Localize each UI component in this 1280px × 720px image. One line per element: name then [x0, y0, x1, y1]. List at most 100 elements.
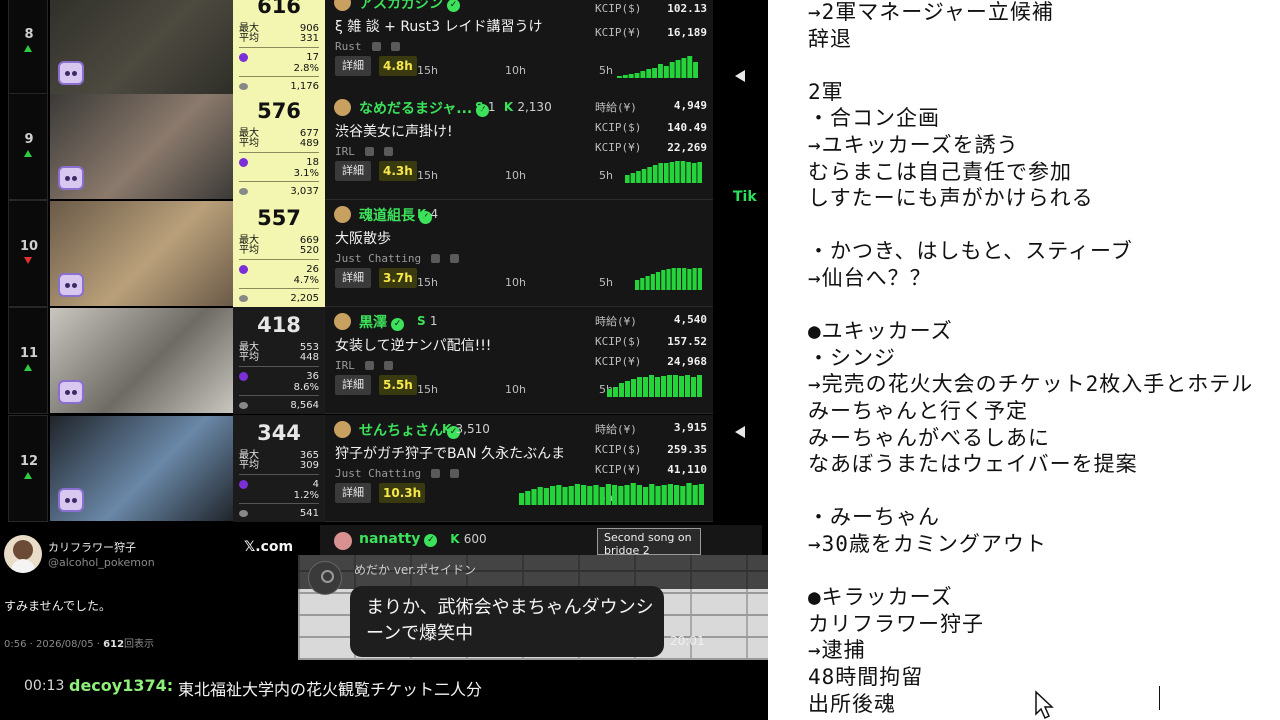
streamer-meta: S 1 [417, 314, 438, 328]
stream-duration: 3.7h [379, 268, 417, 288]
tweet-author-handle[interactable]: @alcohol_pokemon [48, 556, 155, 569]
ranking-row[interactable]: 8 K 616 最大906 平均331 17 2.8% 1,176 アスカガジン… [0, 0, 762, 95]
sparkline-bar [682, 268, 687, 290]
stream-thumbnail[interactable]: K [50, 201, 233, 306]
sparkline-bar [669, 162, 675, 183]
chat-bubble-icon [239, 402, 248, 409]
tweet-timestamp: 0:56 · 2026/08/05 · [4, 639, 104, 650]
detail-button[interactable]: 詳細 [335, 375, 371, 395]
x-icon [364, 361, 374, 370]
sparkline-bar [630, 173, 636, 183]
sparkline-bar [676, 268, 681, 290]
streamer-name[interactable]: 黒澤 ✓ [359, 312, 404, 332]
tweet-author-name[interactable]: カリフラワー狩子 [48, 539, 136, 555]
stream-thumbnail[interactable]: K [50, 94, 233, 199]
streamer-meta: S 1 K 2,130 [475, 100, 552, 114]
sparkline-bar [655, 377, 660, 397]
streamer-avatar [334, 0, 351, 11]
detail-button[interactable]: 詳細 [335, 56, 371, 76]
bot-avatar-icon [58, 488, 84, 512]
stream-duration: 4.8h [379, 56, 417, 76]
chat-bubble-text: まりか、武術会やまちゃんダウンシーンで爆笑中 [366, 597, 654, 644]
tweet-avatar[interactable] [4, 535, 42, 573]
x-icon [364, 147, 374, 156]
timeline-5h: 5h [599, 64, 613, 77]
viewer-stats: 576 最大 677 平均 489 18 3.1% 3,037 [233, 93, 325, 200]
notes-panel[interactable]: →2軍マネージャー立候補 辞退 2軍 ・合コン企画 →ユキッカーズを誘う むらまこ… [768, 0, 1280, 720]
timeline-5h: 5h [599, 169, 613, 182]
note-line: 辞退 [808, 26, 852, 51]
rank-number: 8 [24, 27, 34, 42]
sparkline-bar [631, 379, 636, 397]
stream-info[interactable]: アスカガジン ✓ ξ 雑 談 + Rust3 レイド講習うけ Rust KCIP(… [325, 0, 713, 95]
youtube-icon [450, 254, 460, 263]
overlay-username: めだか ver.ポセイドン [354, 563, 476, 577]
sparkline-bar [661, 376, 666, 397]
x-icon [371, 42, 381, 51]
timeline-10h: 10h [505, 169, 526, 182]
ranking-row[interactable]: 10 K 557 最大669 平均520 26 4.7% 2,205 魂道組長✓… [0, 200, 762, 307]
sparkline-bar [635, 280, 640, 290]
viewer-count: 616 [257, 0, 301, 18]
tweet-view-count: 612 [103, 639, 125, 650]
note-line: →30歳をカミングアウト [808, 532, 1047, 556]
chip-icon [239, 158, 248, 167]
sparkline-bar [643, 377, 648, 397]
streamer-name[interactable]: なめだるまジャ... ✓ [359, 98, 490, 118]
collapse-arrow-icon[interactable] [735, 70, 745, 82]
stream-thumbnail[interactable]: K [50, 0, 233, 94]
streamer-name[interactable]: nanatty ✓ K 600 [359, 531, 487, 547]
tweet-card[interactable]: カリフラワー狩子 @alcohol_pokemon 𝕏.com すみませんでした… [0, 525, 320, 660]
chat-bubble-icon [239, 510, 248, 517]
sparkline-bar [634, 73, 640, 78]
sparkline-bar [550, 486, 556, 505]
detail-button[interactable]: 詳細 [335, 483, 371, 503]
detail-button[interactable]: 詳細 [335, 161, 371, 181]
sparkline-bar [650, 274, 655, 290]
stream-row-partial[interactable]: nanatty ✓ K 600 Second song on bridge 2 [320, 525, 762, 555]
note-line: ●キラッカーズ [808, 585, 953, 610]
collapse-arrow-icon[interactable] [735, 426, 745, 438]
sparkline-bar [666, 269, 671, 290]
sparkline-bar [687, 269, 692, 290]
stream-thumbnail[interactable]: K [50, 308, 233, 413]
sparkline-bar [593, 485, 599, 505]
chip-icon [239, 265, 248, 274]
sparkline-bar [669, 62, 675, 78]
note-line: ・みーちゃん [808, 505, 940, 530]
stream-info[interactable]: 黒澤 ✓ S 1 女装して逆ナンパ配信!!! IRL 時給(¥) 4,540 KCI… [325, 307, 713, 414]
chat-time: 00:13 [24, 678, 65, 694]
chip-icon [239, 53, 248, 62]
chat-bubble-icon [239, 188, 248, 195]
tweet-text: すみませんでした。 [4, 599, 112, 613]
sparkline-bar [537, 487, 543, 505]
sparkline-bar [636, 485, 642, 505]
chat-caption-bar: 00:13 decoy1374: 東北福祉大学内の花火観覧チケット二人分 [0, 660, 768, 720]
rank-number: 11 [19, 346, 39, 361]
youtube-icon [450, 469, 460, 478]
stream-category: IRL [335, 359, 393, 372]
stream-thumbnail[interactable]: K [50, 416, 233, 521]
ranking-row[interactable]: 9 K 576 最大677 平均489 18 3.1% 3,037 なめだるまジ… [0, 93, 762, 200]
stream-info[interactable]: なめだるまジャ... ✓ S 1 K 2,130 渋谷美女に声掛け! IRL 時給… [325, 93, 713, 200]
chip-icon [239, 480, 248, 489]
sparkline-bar [697, 268, 702, 290]
streamer-avatar [334, 421, 351, 438]
detail-button[interactable]: 詳細 [335, 268, 371, 288]
ranking-row[interactable]: 12 K 344 最大365 平均309 4 1.2% 541 せんちょさん✓ … [0, 415, 762, 522]
bot-avatar-icon [58, 380, 84, 404]
sparkline-bar [525, 491, 531, 505]
streamer-name[interactable]: アスカガジン ✓ [359, 0, 460, 13]
sparkline-bar [574, 484, 580, 505]
stream-info[interactable]: せんちょさん ✓ K 3,510 狩子がガチ狩子でBAN 久永たぶんま Just … [325, 415, 713, 522]
note-line: ・シンジ [808, 345, 896, 370]
note-line: →完売の花火大会のチケット2枚入手とホテル [808, 372, 1254, 397]
sparkline-bar [581, 485, 587, 505]
ranking-row[interactable]: 11 K 418 最大553 平均448 36 8.6% 8,564 黒澤✓ S… [0, 307, 762, 414]
sparkline-bar [697, 162, 702, 183]
sparkline-bar [667, 484, 673, 505]
note-line: ・かつき、はしもと、スティーブ [808, 239, 1133, 264]
stream-category: Just Chatting [335, 252, 460, 265]
note-line: ●ユキッカーズ [808, 319, 953, 344]
stream-info[interactable]: 魂道組長 ✓ K 4 大阪散歩 Just Chatting 詳細 3.7h 15h… [325, 200, 713, 307]
